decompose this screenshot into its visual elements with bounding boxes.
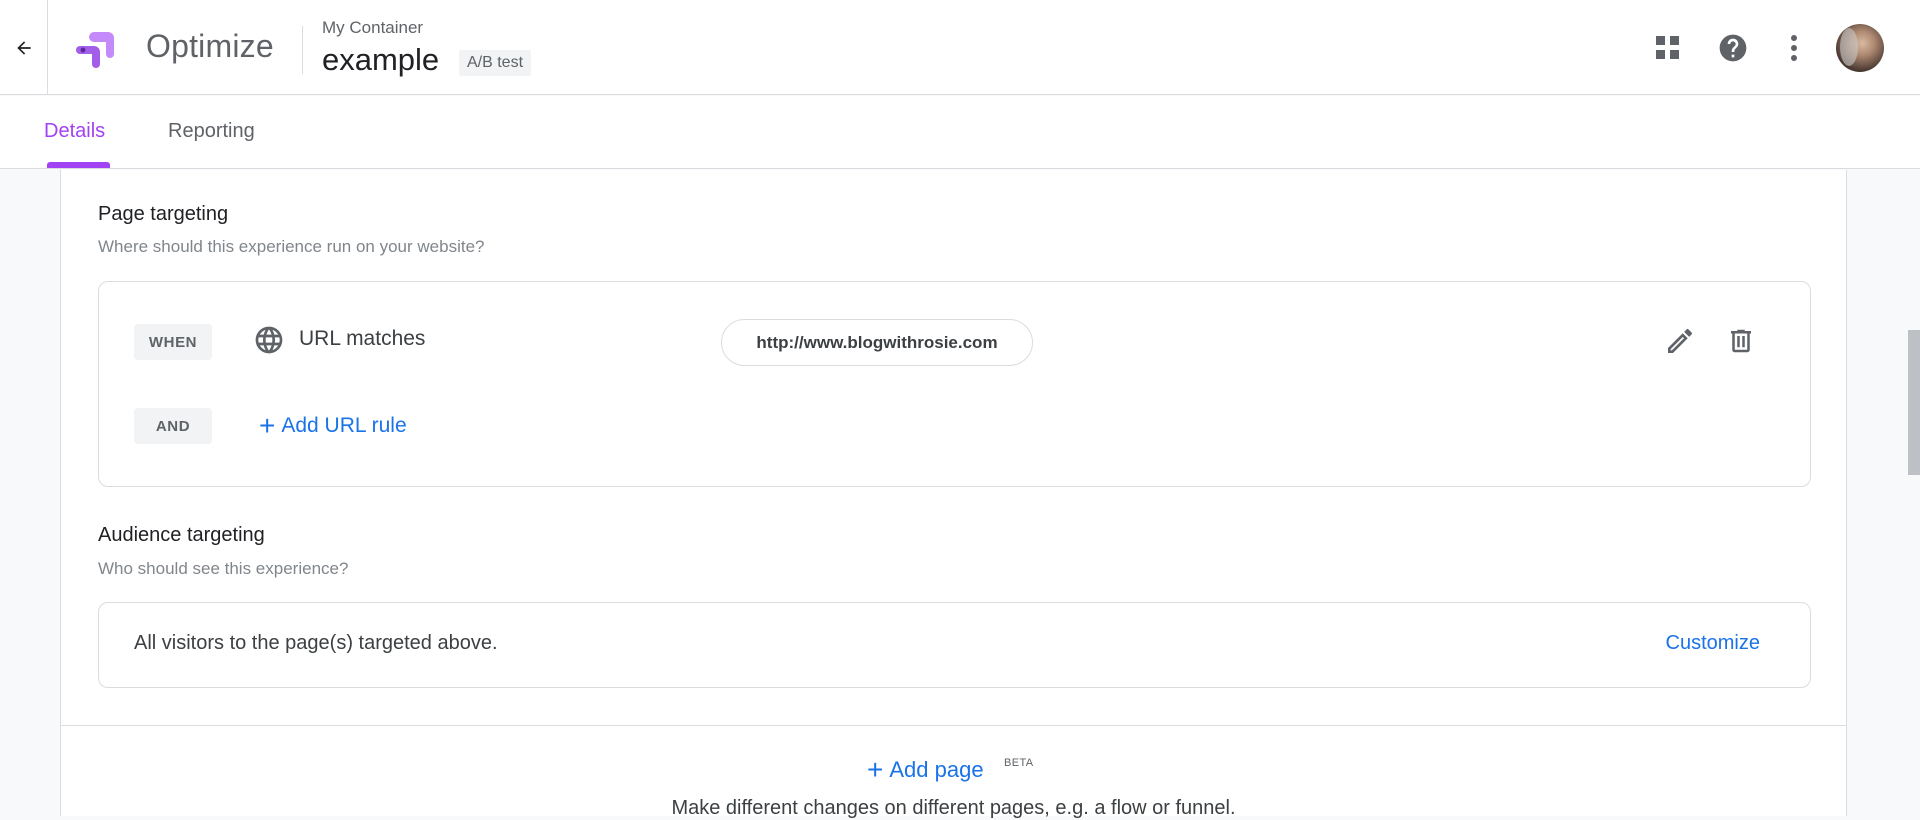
more-vert-icon xyxy=(1791,35,1797,61)
experiment-type-badge: A/B test xyxy=(459,50,532,76)
scrollbar-thumb[interactable] xyxy=(1908,330,1920,475)
add-page-description: Make different changes on different page… xyxy=(671,797,1236,819)
section-divider xyxy=(61,725,1846,726)
more-options-button[interactable] xyxy=(1776,30,1812,66)
plus-icon: + xyxy=(867,754,884,785)
tab-reporting[interactable]: Reporting xyxy=(168,120,255,143)
beta-badge: BETA xyxy=(1004,757,1034,769)
audience-description: All visitors to the page(s) targeted abo… xyxy=(134,632,498,654)
tab-bar: Details Reporting xyxy=(0,96,1920,169)
audience-targeting-subtitle: Who should see this experience? xyxy=(98,559,349,578)
add-url-rule-label: Add URL rule xyxy=(281,414,407,437)
page-targeting-card: WHEN URL matches http://www.blogwithrosi… xyxy=(98,281,1811,487)
page-targeting-subtitle: Where should this experience run on your… xyxy=(98,237,485,256)
back-button[interactable] xyxy=(0,0,48,95)
and-chip: AND xyxy=(134,408,212,444)
details-panel: Page targeting Where should this experie… xyxy=(60,170,1847,819)
experiment-name: example xyxy=(322,42,440,77)
delete-icon[interactable] xyxy=(1726,325,1756,357)
when-chip: WHEN xyxy=(134,324,212,360)
apps-grid-icon xyxy=(1656,36,1679,59)
app-name: Optimize xyxy=(146,28,274,64)
add-url-rule-button[interactable]: + Add URL rule xyxy=(259,412,407,440)
optimize-logo-icon xyxy=(76,32,114,68)
avatar[interactable] xyxy=(1836,24,1884,72)
help-icon xyxy=(1719,34,1747,62)
help-button[interactable] xyxy=(1715,30,1751,66)
globe-icon xyxy=(255,326,283,354)
active-tab-indicator xyxy=(47,162,110,168)
url-value-pill[interactable]: http://www.blogwithrosie.com xyxy=(721,319,1033,366)
page-targeting-title: Page targeting xyxy=(98,203,229,225)
add-page-label: Add page xyxy=(889,757,984,782)
tab-details[interactable]: Details xyxy=(44,120,105,143)
audience-targeting-title: Audience targeting xyxy=(98,524,265,546)
app-header: Optimize My Container example A/B test xyxy=(0,0,1920,95)
header-divider xyxy=(302,26,303,74)
apps-button[interactable] xyxy=(1650,30,1686,66)
rule-type-label: URL matches xyxy=(299,327,426,350)
add-page-button[interactable]: + Add page xyxy=(867,756,984,784)
edit-icon[interactable] xyxy=(1664,325,1696,357)
container-name: My Container xyxy=(322,18,424,37)
customize-button[interactable]: Customize xyxy=(1666,632,1760,655)
audience-targeting-card: All visitors to the page(s) targeted abo… xyxy=(98,602,1811,688)
arrow-back-icon xyxy=(16,40,31,55)
plus-icon: + xyxy=(259,410,276,441)
